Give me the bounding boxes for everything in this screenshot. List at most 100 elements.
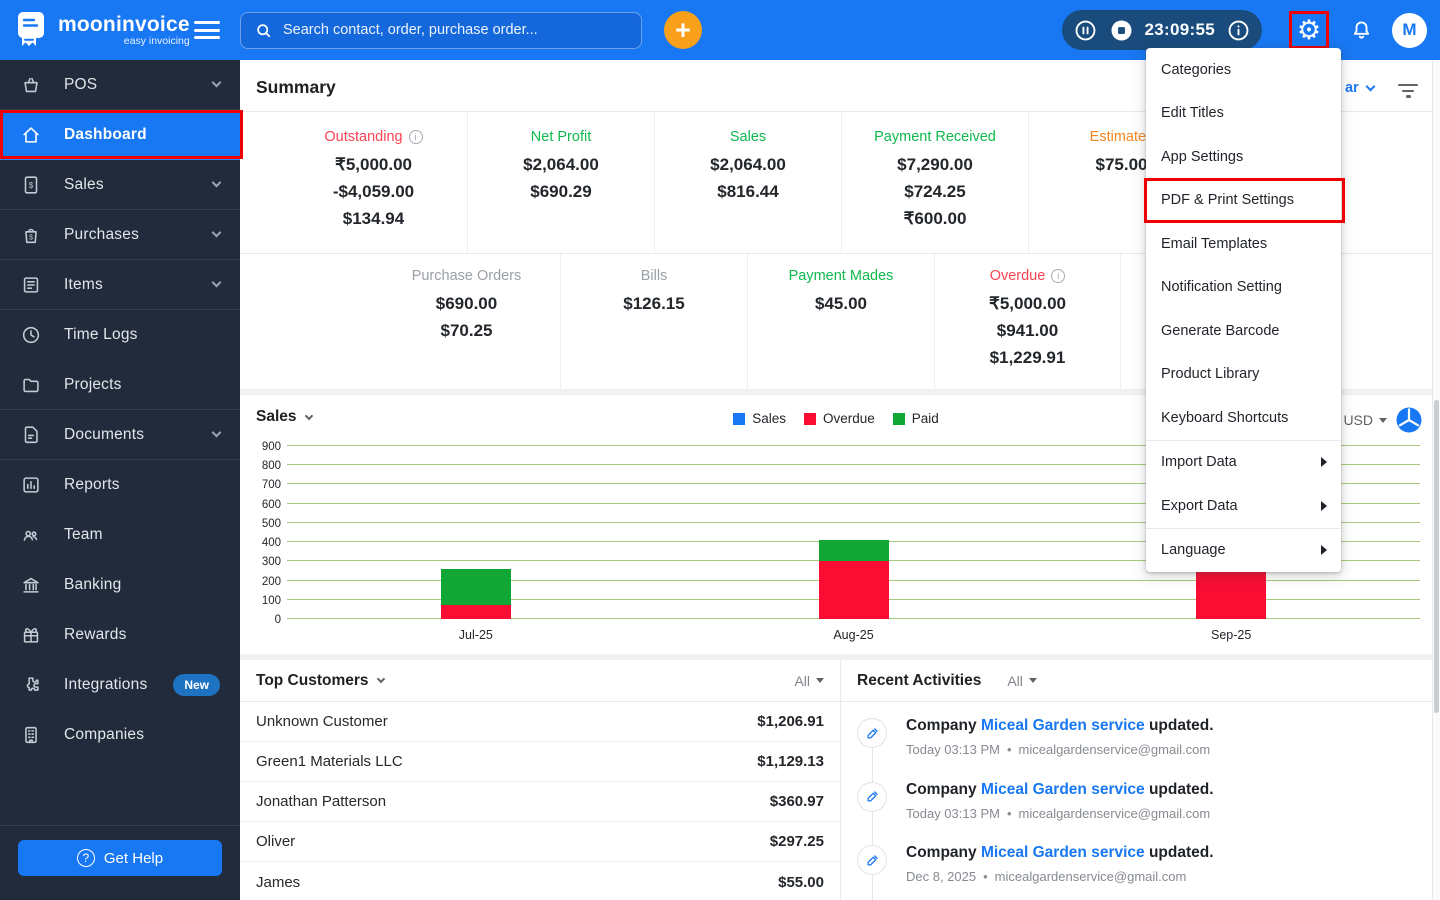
add-new-button[interactable]: + — [664, 11, 702, 49]
stat-value: $45.00 — [815, 294, 867, 313]
y-axis-tick: 500 — [261, 517, 281, 530]
gear-icon: ⚙ — [1296, 15, 1322, 45]
activity-item: Company Miceal Garden service updated. T… — [841, 772, 1432, 836]
sidebar-item-items[interactable]: Items — [0, 260, 240, 310]
timer-display: 23:09:55 — [1144, 20, 1215, 39]
stop-icon[interactable] — [1109, 18, 1134, 43]
app-logo[interactable]: mooninvoice easy invoicing — [0, 9, 190, 52]
customer-row[interactable]: Oliver $297.25 — [240, 822, 840, 862]
stat-value: $941.00 — [996, 321, 1059, 340]
summary-stats-row-1: Outstanding i ₹5,000.00 -$4,059.00 $134.94… — [240, 112, 1215, 253]
stat-bills: Bills i $126.15 — [560, 254, 747, 389]
sidebar-item-companies[interactable]: Companies — [0, 710, 240, 760]
legend-swatch — [803, 412, 816, 425]
stat-label: Payment Mades — [788, 268, 894, 284]
rewards-icon — [20, 624, 42, 646]
sidebar-item-purchases[interactable]: $ Purchases — [0, 210, 240, 260]
sidebar-item-documents[interactable]: Documents — [0, 410, 240, 460]
info-icon[interactable] — [1226, 18, 1251, 43]
stat-value: $816.44 — [717, 182, 779, 201]
submenu-arrow-icon — [1321, 457, 1327, 468]
customer-row[interactable]: Green1 Materials LLC $1,129.13 — [240, 742, 840, 782]
menu-item-edit-titles[interactable]: Edit Titles — [1146, 92, 1341, 136]
menu-item-language[interactable]: Language — [1146, 529, 1341, 573]
x-axis-tick: Sep-25 — [1211, 628, 1252, 642]
submenu-arrow-icon — [1321, 500, 1327, 511]
top-customers-panel: Top Customers All Unknown Customer $1,20… — [240, 660, 840, 900]
y-axis-tick: 600 — [261, 498, 281, 511]
search-input[interactable] — [283, 22, 628, 38]
menu-item-product-library[interactable]: Product Library — [1146, 353, 1341, 397]
company-link[interactable]: Miceal Garden service — [981, 844, 1145, 861]
stat-label: Bills — [640, 268, 668, 284]
menu-item-label: Keyboard Shortcuts — [1161, 409, 1289, 426]
user-avatar[interactable]: M — [1392, 12, 1427, 48]
search-icon — [257, 23, 271, 37]
sidebar-item-sales[interactable]: $ Sales — [0, 160, 240, 210]
sidebar-item-reports[interactable]: Reports — [0, 460, 240, 510]
recent-activities-filter[interactable]: All — [1007, 673, 1037, 689]
menu-item-pdf-print-settings[interactable]: PDF & Print Settings — [1144, 177, 1345, 223]
dropdown-arrow-icon — [1028, 678, 1037, 683]
vertical-scrollbar[interactable] — [1432, 60, 1440, 900]
pause-icon[interactable] — [1073, 18, 1098, 43]
menu-item-email-templates[interactable]: Email Templates — [1146, 222, 1341, 266]
sidebar-item-projects[interactable]: Projects — [0, 360, 240, 410]
menu-item-label: Notification Setting — [1161, 279, 1282, 296]
integrations-icon — [20, 674, 42, 696]
settings-gear-button[interactable]: ⚙ — [1289, 11, 1329, 49]
stat-value: $126.15 — [623, 294, 685, 313]
stat-value: ₹600.00 — [903, 209, 967, 228]
sidebar-nav: POS Dashboard $ Sales $ Purchases Items … — [0, 60, 243, 900]
stat-overdue: Overdue i ₹5,000.00 $941.00 $1,229.91 — [934, 254, 1121, 389]
period-selector[interactable]: ar — [1345, 80, 1376, 96]
top-customers-filter[interactable]: All — [794, 673, 824, 689]
chevron-down-icon — [211, 427, 222, 438]
customer-row[interactable]: Unknown Customer $1,206.91 — [240, 702, 840, 742]
bar-paid-jul-25 — [440, 569, 511, 605]
menu-item-notification-setting[interactable]: Notification Setting — [1146, 266, 1341, 310]
menu-item-export-data[interactable]: Export Data — [1146, 484, 1341, 528]
sidebar-item-dashboard[interactable]: Dashboard — [0, 110, 243, 160]
pos-icon — [20, 74, 42, 96]
sidebar-item-pos[interactable]: POS — [0, 60, 240, 110]
customer-row[interactable]: Jonathan Patterson $360.97 — [240, 782, 840, 822]
company-link[interactable]: Miceal Garden service — [981, 717, 1145, 734]
pencil-icon — [857, 781, 887, 812]
info-icon[interactable]: i — [1051, 269, 1066, 283]
bar-overdue-jul-25 — [440, 604, 511, 619]
chevron-down-icon — [211, 177, 222, 188]
top-customers-title[interactable]: Top Customers — [256, 672, 385, 690]
menu-item-keyboard-shortcuts[interactable]: Keyboard Shortcuts — [1146, 396, 1341, 440]
stat-value: $70.25 — [440, 321, 493, 340]
sidebar-item-rewards[interactable]: Rewards — [0, 610, 240, 660]
menu-item-generate-barcode[interactable]: Generate Barcode — [1146, 309, 1341, 353]
menu-item-import-data[interactable]: Import Data — [1146, 441, 1341, 485]
sidebar-item-banking[interactable]: Banking — [0, 560, 240, 610]
x-axis-tick: Jul-25 — [458, 628, 493, 642]
customer-row[interactable]: James $55.00 — [240, 862, 840, 900]
currency-selector[interactable]: USD — [1343, 412, 1387, 428]
menu-item-app-settings[interactable]: App Settings — [1146, 135, 1341, 179]
hamburger-menu-icon[interactable] — [194, 21, 220, 39]
get-help-button[interactable]: ? Get Help — [18, 840, 222, 876]
stat-outstanding: Outstanding i ₹5,000.00 -$4,059.00 $134.94 — [280, 112, 467, 253]
pencil-icon — [857, 718, 887, 748]
customer-name: Jonathan Patterson — [256, 793, 387, 810]
filter-icon[interactable] — [1397, 84, 1419, 98]
pie-chart-icon[interactable] — [1396, 407, 1422, 433]
menu-item-categories[interactable]: Categories — [1146, 48, 1341, 92]
chevron-down-icon — [376, 674, 385, 684]
sidebar-item-time-logs[interactable]: Time Logs — [0, 310, 240, 360]
sidebar-item-team[interactable]: Team — [0, 510, 240, 560]
info-icon[interactable]: i — [408, 130, 423, 144]
scrollbar-thumb[interactable] — [1434, 400, 1439, 713]
company-link[interactable]: Miceal Garden service — [981, 781, 1145, 798]
y-axis-tick: 400 — [261, 537, 281, 550]
chevron-down-icon — [1365, 81, 1376, 92]
sidebar-item-integrations[interactable]: Integrations New — [0, 660, 240, 710]
notifications-bell-button[interactable] — [1349, 18, 1374, 43]
stat-label: Overdue — [989, 268, 1046, 284]
customer-amount: $297.25 — [769, 833, 824, 850]
question-icon: ? — [76, 849, 95, 867]
